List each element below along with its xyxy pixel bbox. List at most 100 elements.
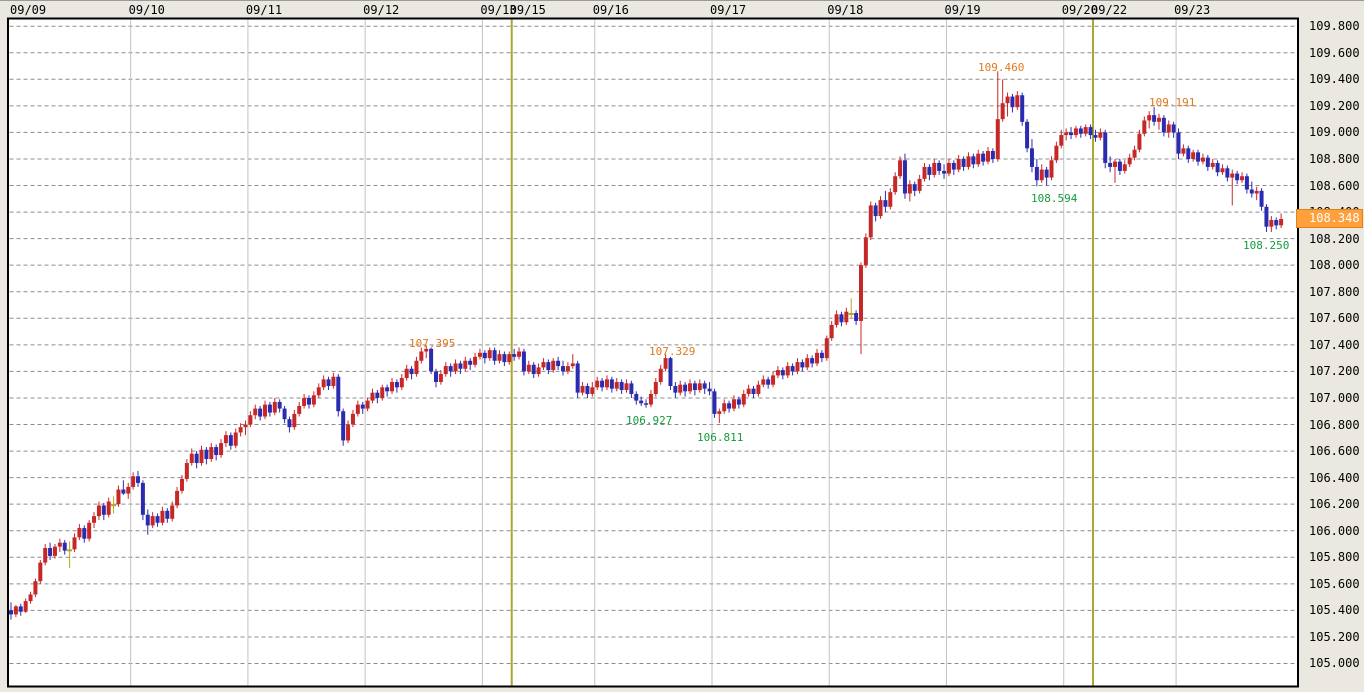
candle-body	[322, 379, 326, 387]
price-axis-label: 106.000	[1309, 523, 1363, 539]
candle-body	[1274, 220, 1278, 225]
candle-body	[693, 383, 697, 390]
candle-body	[87, 523, 91, 539]
candle-body	[913, 184, 917, 191]
candle-body	[1025, 122, 1029, 149]
candle-body	[1020, 95, 1024, 122]
candle-body	[111, 504, 116, 506]
last-price-badge: 108.348	[1296, 209, 1363, 228]
candle-body	[458, 363, 462, 368]
candle-body	[82, 528, 86, 539]
candle-body	[1191, 152, 1195, 159]
price-axis-label: 109.800	[1309, 18, 1363, 34]
candle-body	[981, 154, 985, 162]
candle-body	[522, 351, 526, 371]
candle-body	[175, 491, 179, 506]
candle-body	[825, 338, 829, 358]
candle-body	[971, 156, 975, 164]
candle-body	[952, 163, 956, 170]
candle-body	[356, 405, 360, 414]
candle-body	[937, 163, 941, 171]
candle-body	[722, 403, 726, 411]
price-axis-label: 109.600	[1309, 45, 1363, 61]
candle-body	[752, 389, 756, 394]
candle-body	[1050, 160, 1054, 177]
candle-body	[1069, 132, 1073, 135]
candle-body	[287, 419, 291, 427]
candle-body	[63, 543, 67, 551]
candle-body	[9, 610, 13, 614]
date-axis-label: 09/09	[10, 3, 46, 18]
candle-body	[1216, 163, 1220, 172]
candle-body	[327, 379, 331, 386]
candle-body	[957, 159, 961, 170]
date-axis-label: 09/23	[1174, 3, 1210, 18]
candle-body	[253, 409, 257, 416]
candle-body	[1147, 115, 1151, 120]
candle-body	[1225, 168, 1229, 177]
price-axis-label: 106.200	[1309, 496, 1363, 512]
price-axis-label: 109.000	[1309, 124, 1363, 140]
candle-body	[771, 375, 775, 384]
price-axis-label: 109.200	[1309, 98, 1363, 114]
candle-body	[126, 487, 130, 494]
candle-body	[53, 547, 57, 556]
candle-body	[1196, 152, 1200, 161]
candle-body	[375, 393, 379, 398]
candle-body	[668, 358, 672, 386]
candle-body	[634, 394, 638, 401]
candle-body	[14, 606, 18, 614]
candle-body	[849, 313, 854, 315]
candle-body	[341, 411, 345, 440]
candle-body	[1255, 191, 1259, 194]
candle-body	[121, 490, 125, 494]
candle-body	[1186, 148, 1190, 159]
candle-body	[893, 176, 897, 192]
candle-body	[439, 374, 443, 382]
candle-body	[302, 398, 306, 406]
candle-body	[688, 383, 692, 391]
candle-body	[185, 463, 189, 479]
candle-body	[571, 363, 575, 366]
candle-body	[77, 528, 81, 537]
price-axis-label: 108.200	[1309, 231, 1363, 247]
candle-body	[243, 425, 247, 428]
candle-body	[1001, 103, 1005, 119]
candle-body	[380, 387, 384, 398]
candle-body	[449, 366, 453, 371]
candle-body	[483, 353, 487, 358]
price-axis-label: 108.000	[1309, 257, 1363, 273]
candle-body	[400, 378, 404, 387]
candle-body	[649, 394, 653, 405]
candle-body	[58, 543, 62, 547]
candle-body	[874, 205, 878, 216]
candle-body	[92, 516, 96, 523]
candle-body	[234, 432, 238, 445]
date-axis-label: 09/12	[363, 3, 399, 18]
candle-body	[898, 160, 902, 176]
candle-body	[1177, 132, 1181, 153]
candle-body	[1250, 190, 1254, 194]
candle-body	[419, 351, 423, 360]
candle-body	[1108, 163, 1112, 167]
candle-body	[48, 548, 52, 556]
candle-body	[1235, 174, 1239, 181]
candle-body	[532, 365, 536, 374]
candle-body	[297, 406, 301, 414]
candle-body	[307, 398, 311, 405]
date-axis-label: 09/10	[129, 3, 165, 18]
date-axis-label: 09/18	[827, 3, 863, 18]
candle-body	[468, 361, 472, 365]
candle-body	[859, 265, 863, 321]
candle-body	[214, 447, 218, 455]
candle-body	[976, 154, 980, 165]
candle-body	[747, 389, 751, 394]
candle-body	[727, 403, 731, 408]
candle-body	[1113, 162, 1117, 167]
candle-body	[712, 391, 716, 414]
candle-body	[703, 383, 707, 388]
candle-body	[151, 516, 155, 525]
candle-body	[1040, 170, 1044, 181]
candle-body	[1079, 128, 1083, 133]
candle-body	[195, 454, 199, 463]
